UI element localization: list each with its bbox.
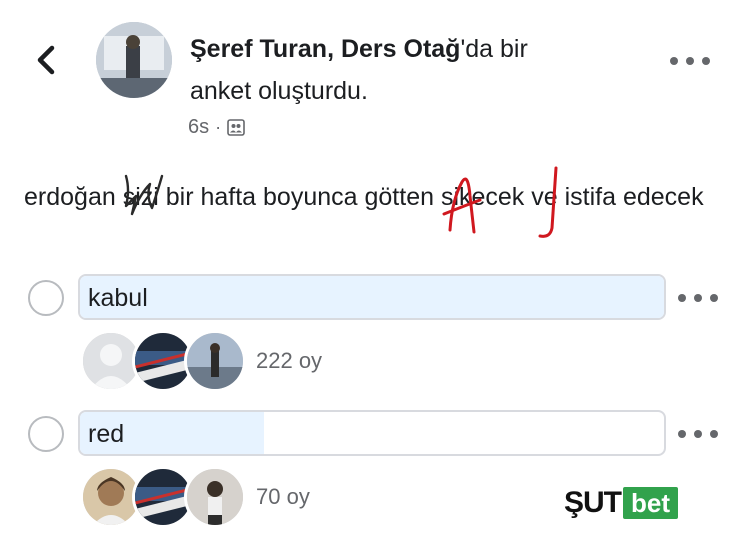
- poll-option-label: kabul: [88, 284, 148, 312]
- poll-option-label: red: [88, 420, 125, 448]
- post-options-button[interactable]: [670, 55, 710, 67]
- sutbet-watermark-logo: ŞUT bet: [564, 486, 678, 520]
- poll-option-kabul[interactable]: kabul: [78, 274, 666, 320]
- poll-option-fill: [80, 276, 664, 318]
- poll-voters[interactable]: 222 oy: [80, 330, 322, 392]
- header-action-line2: anket oluşturdu.: [190, 77, 368, 105]
- back-button[interactable]: [30, 40, 64, 80]
- poll-option-more-button[interactable]: [678, 428, 718, 440]
- poll-radio-red[interactable]: [28, 416, 64, 452]
- chevron-left-icon: [37, 45, 55, 75]
- author-avatar[interactable]: [96, 22, 172, 98]
- poll-option-more-button[interactable]: [678, 292, 718, 304]
- meta-separator: ·: [215, 117, 222, 137]
- post-text: erdoğan sizi bir hafta boyunca götten si…: [24, 183, 704, 211]
- poll-vote-count[interactable]: 222 oy: [256, 348, 322, 374]
- poll-vote-count[interactable]: 70 oy: [256, 484, 310, 510]
- post-time[interactable]: 6s: [188, 116, 209, 139]
- post-header: Şeref Turan, Ders Otağ'da bir: [190, 34, 528, 64]
- poll-radio-kabul[interactable]: [28, 280, 64, 316]
- poll-voters[interactable]: 70 oy: [80, 466, 310, 528]
- voter-avatar[interactable]: [184, 330, 246, 392]
- voter-avatar[interactable]: [184, 466, 246, 528]
- poll-option-red[interactable]: red: [78, 410, 666, 456]
- author-name[interactable]: Şeref Turan, Ders Otağ: [190, 35, 460, 63]
- post-meta: 6s ·: [188, 116, 245, 139]
- friends-icon: [227, 119, 245, 136]
- header-action: 'da bir: [460, 35, 528, 63]
